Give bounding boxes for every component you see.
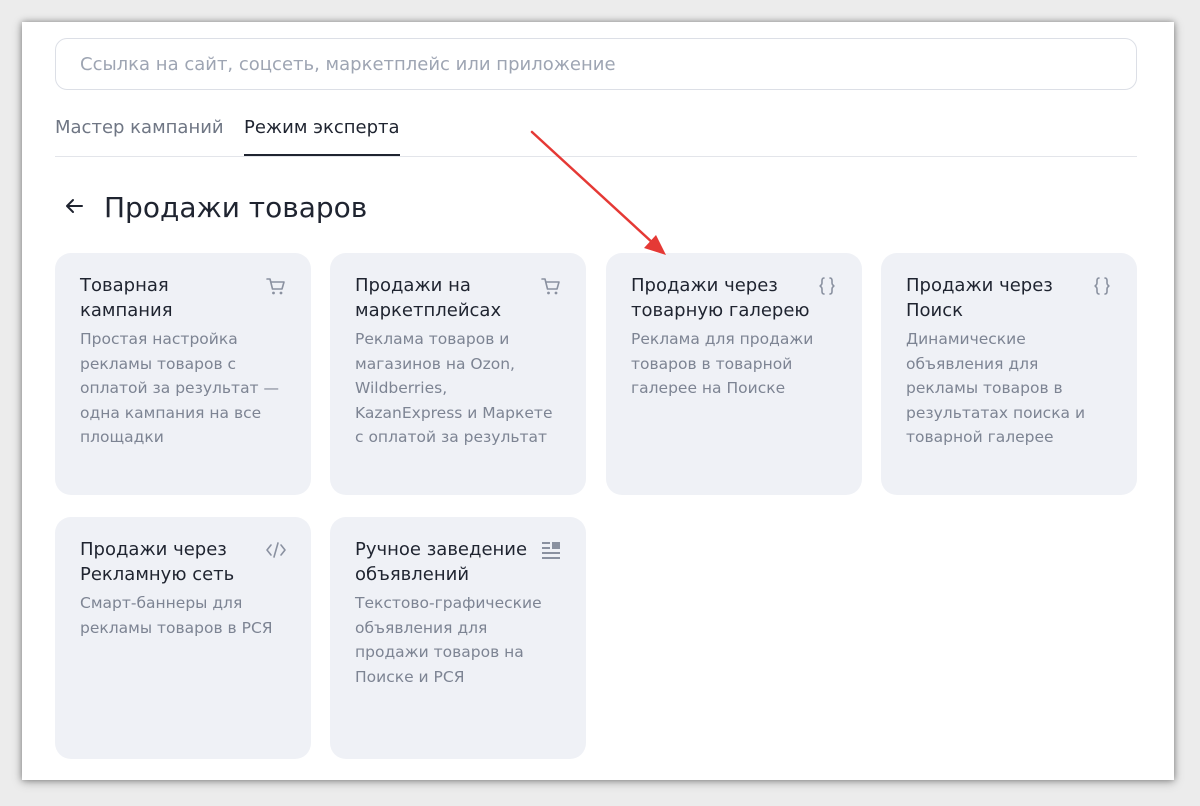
search-input[interactable]: Ссылка на сайт, соцсеть, маркетплейс или…: [55, 38, 1137, 90]
code-icon: [266, 542, 286, 558]
card-product-campaign[interactable]: Товарная кампания Простая настройка рекл…: [55, 253, 311, 495]
braces-icon: [1094, 277, 1110, 295]
search-placeholder: Ссылка на сайт, соцсеть, маркетплейс или…: [80, 53, 616, 75]
card-product-gallery-sales[interactable]: Продажи через товарную галерею Реклама д…: [606, 253, 862, 495]
tab-campaign-master[interactable]: Мастер кампаний: [55, 114, 224, 156]
card-title: Продажи через Поиск: [906, 275, 1053, 321]
card-description: Текстово-графические объявления для прод…: [355, 594, 542, 686]
card-description: Динамические объявления для рекламы това…: [906, 330, 1086, 446]
text-layout-icon: [542, 542, 560, 559]
card-description: Простая настройка рекламы товаров с опла…: [80, 330, 280, 446]
card-marketplace-sales[interactable]: Продажи на маркетплейсах Реклама товаров…: [330, 253, 586, 495]
card-title: Продажи на маркетплейсах: [355, 275, 502, 321]
card-search-sales[interactable]: Продажи через Поиск Динамические объявле…: [881, 253, 1137, 495]
tab-expert-mode[interactable]: Режим эксперта: [244, 114, 400, 156]
mode-tabs: Мастер кампаний Режим эксперта: [55, 114, 1137, 157]
cart-icon: [541, 278, 560, 295]
cart-icon: [266, 278, 285, 295]
card-title: Ручное заведение объявлений: [355, 539, 528, 585]
card-description: Реклама товаров и магазинов на Ozon, Wil…: [355, 330, 553, 446]
card-title: Продажи через товарную галерею: [631, 275, 810, 321]
braces-icon: [819, 277, 835, 295]
card-title: Продажи через Рекламную сеть: [80, 539, 235, 585]
card-description: Смарт-баннеры для рекламы товаров в РСЯ: [80, 594, 273, 637]
page-title: Продажи товаров: [104, 191, 368, 224]
card-description: Реклама для продажи товаров в товарной г…: [631, 330, 814, 397]
screenshot-frame: Ссылка на сайт, соцсеть, маркетплейс или…: [22, 22, 1174, 780]
card-ad-network-sales[interactable]: Продажи через Рекламную сеть Смарт-банне…: [55, 517, 311, 759]
card-manual-ads[interactable]: Ручное заведение объявлений Текстово-гра…: [330, 517, 586, 759]
back-arrow-icon[interactable]: [62, 194, 86, 218]
card-title: Товарная кампания: [80, 275, 173, 321]
